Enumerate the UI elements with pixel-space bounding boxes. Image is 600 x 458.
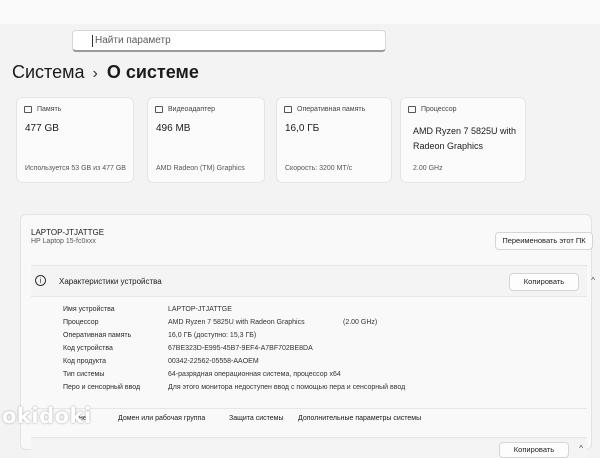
rename-pc-button[interactable]: Переименовать этот ПК (495, 232, 593, 250)
spec-value: 16,0 ГБ (доступно: 15,3 ГБ) (168, 332, 257, 339)
spec-label: Код устройства (63, 345, 113, 352)
search-placeholder: Найти параметр (95, 35, 171, 46)
device-model: HP Laptop 15-fc0xxx (31, 238, 96, 245)
graphics-card[interactable]: Видеоадаптер 496 MB AMD Radeon (TM) Grap… (147, 97, 265, 183)
spec-value: 64-разрядная операционная система, проце… (168, 371, 341, 378)
watermark-logo: okidoki (2, 404, 92, 428)
spec-label: Оперативная память (63, 332, 132, 339)
drive-icon (24, 106, 32, 113)
card-value: 496 MB (156, 123, 191, 134)
window-top-bar (0, 0, 600, 24)
chevron-up-icon[interactable]: ^ (579, 444, 583, 453)
card-value: 477 GB (25, 123, 59, 134)
storage-card[interactable]: Память 477 GB Используется 53 GB из 477 … (16, 97, 134, 183)
card-sub: 2.00 GHz (413, 165, 443, 172)
chevron-right-icon: › (92, 65, 98, 82)
processor-card[interactable]: Процессор AMD Ryzen 7 5825U with Radeon … (400, 97, 526, 183)
domain-workgroup-link[interactable]: Домен или рабочая группа (118, 415, 205, 422)
ram-card[interactable]: Оперативная память 16,0 ГБ Скорость: 320… (276, 97, 392, 183)
breadcrumb-parent[interactable]: Система (12, 62, 85, 82)
copy-specs-button[interactable]: Копировать (509, 273, 579, 291)
card-value: 16,0 ГБ (285, 123, 320, 134)
breadcrumb: Система › О системе (12, 62, 199, 83)
card-sub: Используется 53 GB из 477 GB (25, 165, 126, 172)
cpu-icon (408, 106, 416, 113)
advanced-system-settings-link[interactable]: Дополнительные параметры системы (298, 415, 421, 422)
windows-specs-header[interactable]: Копировать ^ (31, 437, 587, 458)
text-cursor (92, 35, 93, 47)
spec-value: AMD Ryzen 7 5825U with Radeon Graphics (168, 319, 305, 326)
ram-icon (284, 106, 292, 113)
search-input[interactable]: Найти параметр (72, 30, 386, 52)
spec-value: 67BE323D-E995-45B7-9EF4-A7BF702BE8DA (168, 345, 313, 352)
specs-title: Характеристики устройства (59, 277, 162, 286)
spec-value: Для этого монитора недоступен ввод с пом… (168, 384, 406, 391)
card-sub: Скорость: 3200 МТ/с (285, 165, 353, 172)
card-title: Процессор (421, 106, 457, 113)
device-specs-header[interactable]: i Характеристики устройства Копировать ^ (31, 265, 595, 297)
card-value: AMD Ryzen 7 5825U with Radeon Graphics (413, 126, 517, 151)
spec-label: Код продукта (63, 358, 107, 365)
related-links: не Домен или рабочая группа Защита систе… (31, 408, 587, 427)
system-protection-link[interactable]: Защита системы (229, 415, 284, 422)
spec-value: LAPTOP-JTJATTGE (168, 306, 232, 313)
card-title: Видеоадаптер (168, 106, 216, 113)
card-sub: AMD Radeon (TM) Graphics (156, 165, 245, 172)
card-title: Оперативная память (297, 106, 366, 113)
copy-windows-specs-button[interactable]: Копировать (499, 442, 569, 458)
display-adapter-icon (155, 106, 163, 113)
spec-extra: (2.00 GHz) (343, 319, 378, 326)
spec-label: Перо и сенсорный ввод (63, 384, 141, 391)
spec-label: Тип системы (63, 371, 105, 378)
device-name: LAPTOP-JTJATTGE (31, 228, 105, 237)
spec-value: 00342-22562-05558-AAOEM (168, 358, 259, 365)
chevron-up-icon[interactable]: ^ (591, 276, 595, 285)
spec-label: Процессор (63, 319, 99, 326)
info-icon: i (35, 275, 46, 286)
device-panel: LAPTOP-JTJATTGE HP Laptop 15-fc0xxx Пере… (20, 214, 595, 458)
page-title: О системе (106, 62, 199, 82)
spec-label: Имя устройства (63, 306, 115, 313)
card-title: Память (37, 106, 62, 113)
